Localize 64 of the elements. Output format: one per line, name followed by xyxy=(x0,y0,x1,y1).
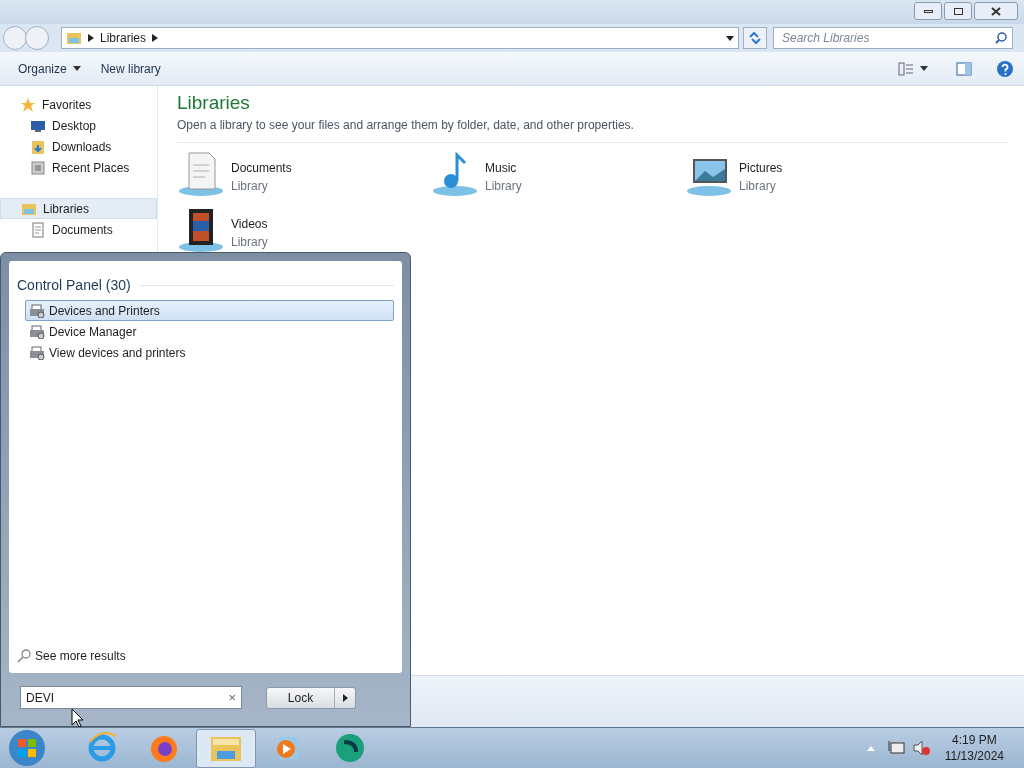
results-group-heading: Control Panel (30) xyxy=(17,276,131,295)
sidebar-item[interactable]: Desktop xyxy=(0,115,157,136)
breadcrumb-item[interactable]: Libraries xyxy=(100,29,147,47)
lock-button[interactable]: Lock xyxy=(266,686,356,709)
library-type: Library xyxy=(231,178,269,195)
caret-icon xyxy=(342,693,348,702)
page-subtitle: Open a library to see your files and arrange them by folder, date, and other properties. xyxy=(177,116,1008,143)
refresh-button[interactable] xyxy=(743,27,767,49)
folder-icon xyxy=(30,138,46,155)
close-icon xyxy=(991,6,1001,16)
toolbar-button[interactable]: New library xyxy=(92,56,169,81)
sidebar-item[interactable]: Downloads xyxy=(0,136,157,157)
network-icon[interactable] xyxy=(886,740,905,756)
sidebar-group[interactable]: Libraries xyxy=(0,198,157,219)
sidebar-item[interactable]: Recent Places xyxy=(0,157,157,178)
round-app-icon xyxy=(334,732,366,764)
start-button-icon[interactable] xyxy=(8,729,46,767)
clock-time[interactable]: 4:19 PM xyxy=(952,732,997,748)
restore-button[interactable] xyxy=(944,2,972,20)
folder-icon xyxy=(66,30,82,46)
printer-icon xyxy=(29,303,45,318)
refresh-icon xyxy=(748,31,762,45)
see-more-results-link[interactable]: See more results xyxy=(17,647,394,665)
clear-search-button[interactable]: × xyxy=(228,687,236,708)
library-name: Videos xyxy=(231,216,268,233)
minimize-button[interactable] xyxy=(914,2,942,20)
toolbar-button[interactable]: Organize xyxy=(10,56,89,81)
search-icon xyxy=(17,649,31,663)
library-type: Library xyxy=(231,234,268,251)
caret-icon xyxy=(72,66,81,71)
library-type: Library xyxy=(739,178,777,195)
search-result[interactable]: Devices and Printers xyxy=(25,300,394,321)
search-field[interactable]: Search Libraries xyxy=(773,27,1013,49)
browser-e-icon xyxy=(86,732,118,764)
recent-places-icon xyxy=(30,159,46,176)
search-result[interactable]: View devices and printers xyxy=(25,342,394,363)
start-search-field[interactable]: DEVI × xyxy=(20,686,242,709)
library-type: Library xyxy=(485,178,522,195)
library-item[interactable]: Pictures Library xyxy=(685,151,939,207)
page-title: Libraries xyxy=(177,91,251,115)
document-icon xyxy=(30,221,46,238)
library-name: Music xyxy=(485,160,518,177)
library-item[interactable]: Videos Library xyxy=(177,207,431,263)
speaker-muted-icon[interactable] xyxy=(912,740,931,756)
star-icon xyxy=(20,96,36,113)
search-icon xyxy=(995,32,1007,44)
preview-pane-icon[interactable] xyxy=(956,61,972,76)
library-name: Documents xyxy=(231,160,292,177)
search-result[interactable]: Device Manager xyxy=(25,321,394,342)
caret-icon xyxy=(152,34,159,42)
mouse-cursor-icon xyxy=(71,708,83,728)
library-item[interactable]: Music Library xyxy=(431,151,685,207)
dropdown-caret-icon[interactable] xyxy=(726,35,734,41)
address-bar[interactable]: Libraries xyxy=(61,27,739,49)
library-name: Pictures xyxy=(739,160,783,177)
sidebar-group[interactable]: Favorites xyxy=(0,94,157,115)
sidebar-item[interactable]: Documents xyxy=(0,219,157,240)
close-button[interactable] xyxy=(974,2,1018,20)
library-item[interactable]: Documents Library xyxy=(177,151,431,207)
help-icon[interactable] xyxy=(996,59,1014,78)
clock-date[interactable]: 11/13/2024 xyxy=(944,748,1004,764)
printer-icon xyxy=(29,324,45,339)
caret-icon xyxy=(88,34,94,42)
printer-icon xyxy=(29,345,45,360)
